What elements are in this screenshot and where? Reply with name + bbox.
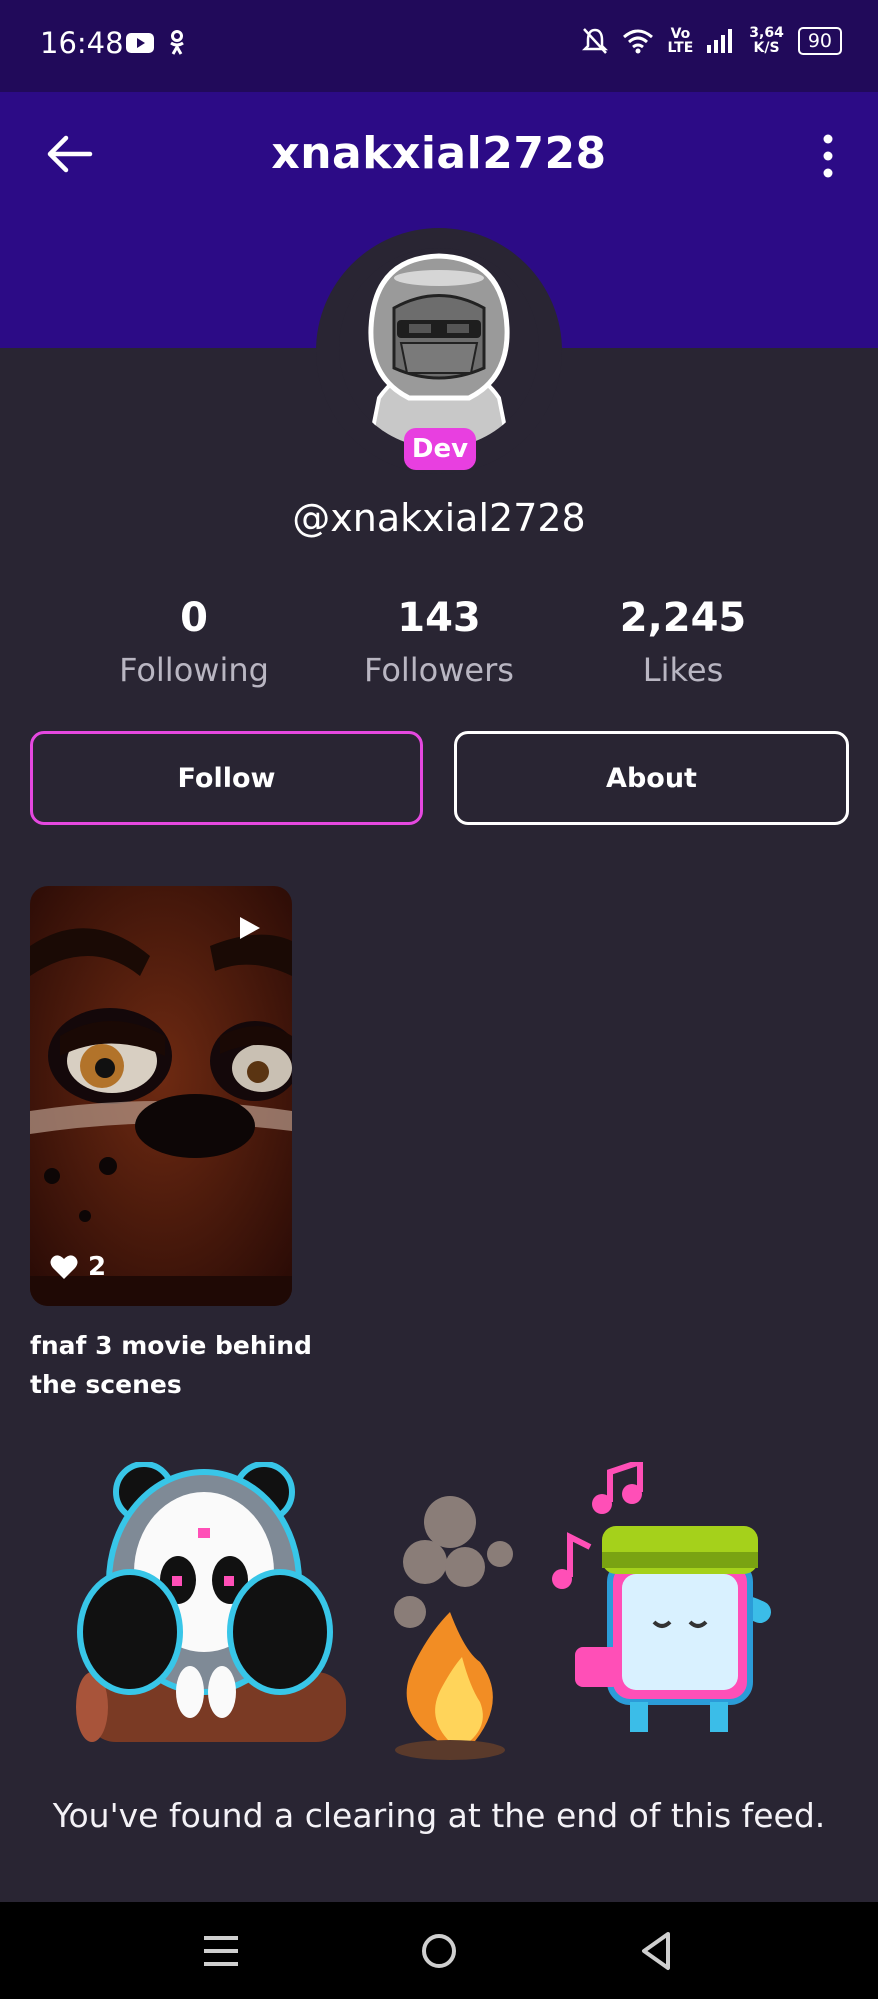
more-options-icon[interactable] — [818, 132, 838, 180]
lte-label: LTE — [667, 40, 694, 56]
video-likes-count: 2 — [88, 1252, 107, 1282]
stat-followers-label: Followers — [364, 651, 514, 689]
stat-followers[interactable]: 143 Followers — [319, 595, 559, 689]
stat-likes: 2,245 Likes — [563, 595, 803, 689]
dev-badge: Dev — [404, 428, 476, 470]
stat-followers-value: 143 — [397, 595, 481, 641]
video-likes: 2 — [50, 1252, 106, 1282]
stat-likes-label: Likes — [642, 651, 724, 689]
volte-label: Vo — [670, 26, 691, 42]
network-speed-unit: K/S — [753, 40, 780, 56]
play-icon — [240, 917, 260, 939]
about-button[interactable]: About — [454, 731, 849, 825]
volte-indicator: Vo LTE — [668, 27, 694, 55]
end-of-feed-message: You've found a clearing at the end of th… — [52, 1796, 826, 1835]
network-speed-value: 3,64 — [749, 25, 784, 41]
recent-apps-icon[interactable] — [196, 1928, 246, 1974]
system-back-icon[interactable] — [632, 1928, 682, 1974]
mute-bell-icon — [581, 28, 608, 54]
page-title: xnakxial2728 — [271, 128, 607, 179]
follow-button[interactable]: Follow — [30, 731, 423, 825]
profile-handle: @xnakxial2728 — [292, 496, 586, 540]
stat-likes-value: 2,245 — [619, 595, 747, 641]
home-icon[interactable] — [414, 1928, 464, 1974]
battery-indicator: 90 — [797, 27, 842, 55]
hooded-character-avatar — [366, 253, 512, 448]
video-thumbnail[interactable]: 2 — [30, 886, 292, 1306]
end-of-feed-illustration — [76, 1462, 771, 1760]
signal-icon — [707, 29, 733, 53]
network-speed: 3,64 K/S — [749, 26, 784, 56]
avatar[interactable] — [339, 248, 539, 448]
youtube-icon — [126, 33, 154, 53]
video-thumbnail-image — [30, 886, 292, 1306]
status-time: 16:48 — [40, 26, 124, 60]
status-bar: 16:48 Vo LTE 3,64 K/S 90 — [0, 0, 878, 92]
stat-following[interactable]: 0 Following — [74, 595, 314, 689]
stat-following-label: Following — [119, 651, 269, 689]
video-title[interactable]: fnaf 3 movie behind the scenes — [30, 1326, 330, 1404]
odnoklassniki-icon — [170, 30, 184, 55]
wifi-icon — [622, 29, 653, 54]
heart-icon — [50, 1255, 78, 1279]
stat-following-value: 0 — [180, 595, 208, 641]
